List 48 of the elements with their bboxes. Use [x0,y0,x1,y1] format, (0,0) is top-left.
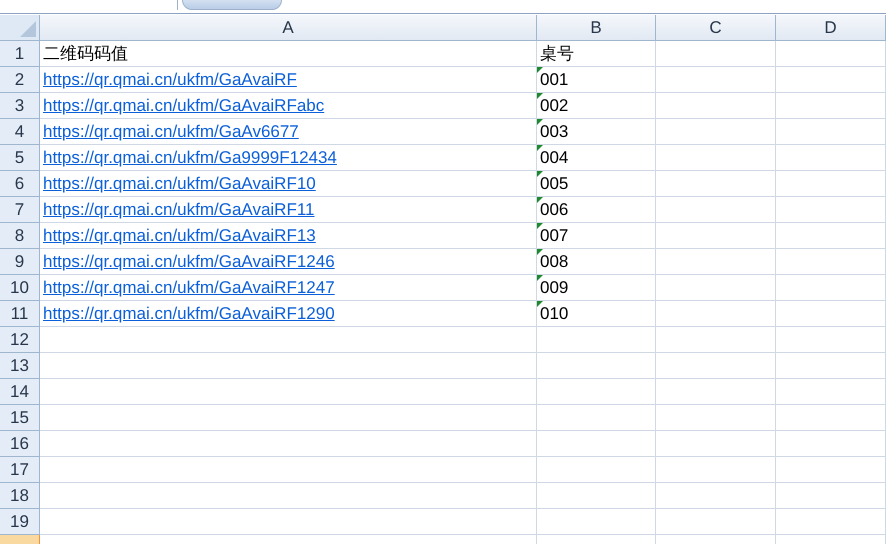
select-all-button[interactable] [0,15,40,41]
hyperlink[interactable]: https://qr.qmai.cn/ukfm/GaAvaiRF13 [40,223,537,249]
row-header[interactable]: 4 [0,119,40,145]
hyperlink[interactable]: https://qr.qmai.cn/ukfm/GaAvaiRF1290 [40,301,537,327]
table-cell: 001 [537,67,656,93]
row-header[interactable]: 12 [0,327,40,353]
row-header[interactable]: 16 [0,431,40,457]
table-cell: 009 [537,275,656,301]
row-header[interactable]: 7 [0,197,40,223]
column-header[interactable]: D [776,15,886,41]
hyperlink[interactable]: https://qr.qmai.cn/ukfm/GaAvaiRF11 [40,197,537,223]
table-cell: 010 [537,301,656,327]
row-header[interactable]: 2 [0,67,40,93]
table-cell: 005 [537,171,656,197]
row-header[interactable]: 18 [0,483,40,509]
row-header[interactable]: 8 [0,223,40,249]
row-header[interactable]: 6 [0,171,40,197]
table-cell: 008 [537,249,656,275]
row-header[interactable]: 19 [0,509,40,535]
row-header[interactable]: 5 [0,145,40,171]
formula-button[interactable] [182,0,282,10]
hyperlink[interactable]: https://qr.qmai.cn/ukfm/GaAvaiRF1246 [40,249,537,275]
table-cell: 007 [537,223,656,249]
row-header[interactable]: 11 [0,301,40,327]
table-cell: 004 [537,145,656,171]
column-header[interactable]: C [656,15,776,41]
table-cell: 002 [537,93,656,119]
row-header[interactable]: 14 [0,379,40,405]
table-cell: 桌号 [537,41,656,67]
triangle-icon [20,21,36,37]
row-header[interactable]: 1 [0,41,40,67]
hyperlink[interactable]: https://qr.qmai.cn/ukfm/GaAvaiRF1247 [40,275,537,301]
table-cell: 006 [537,197,656,223]
hyperlink[interactable]: https://qr.qmai.cn/ukfm/GaAvaiRF [40,67,537,93]
column-header[interactable]: B [537,15,656,41]
row-header[interactable]: 15 [0,405,40,431]
row-header[interactable]: 10 [0,275,40,301]
column-header[interactable]: A [40,15,537,41]
row-header[interactable]: 9 [0,249,40,275]
row-header[interactable]: 3 [0,93,40,119]
table-cell: 003 [537,119,656,145]
hyperlink[interactable]: https://qr.qmai.cn/ukfm/GaAvaiRF10 [40,171,537,197]
hyperlink[interactable]: https://qr.qmai.cn/ukfm/GaAvaiRFabc [40,93,537,119]
hyperlink[interactable]: https://qr.qmai.cn/ukfm/Ga9999F12434 [40,145,537,171]
row-header[interactable]: 17 [0,457,40,483]
table-cell: 二维码码值 [40,41,537,67]
hyperlink[interactable]: https://qr.qmai.cn/ukfm/GaAv6677 [40,119,537,145]
row-header[interactable]: 13 [0,353,40,379]
